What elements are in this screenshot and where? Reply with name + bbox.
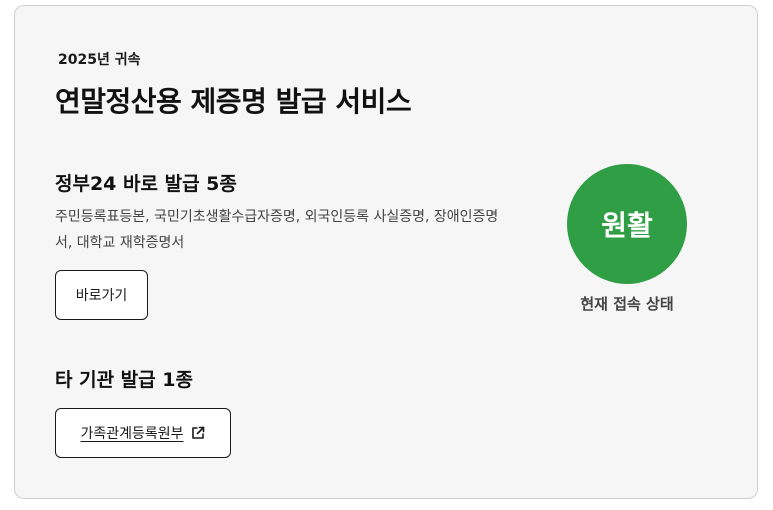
gov24-section-title: 정부24 바로 발급 5종	[55, 173, 237, 195]
go-now-button[interactable]: 바로가기	[55, 270, 148, 320]
page-title: 연말정산용 제증명 발급 서비스	[55, 85, 412, 118]
external-link-icon	[191, 426, 204, 439]
connection-status-indicator: 원활	[567, 164, 687, 284]
family-relation-register-label: 가족관계등록원부	[80, 426, 184, 442]
connection-status-label: 현재 접속 상태	[580, 295, 674, 313]
certificate-service-card: 2025년 귀속 연말정산용 제증명 발급 서비스 정부24 바로 발급 5종 …	[14, 5, 758, 499]
family-relation-register-button[interactable]: 가족관계등록원부	[55, 408, 231, 458]
year-tag: 2025년 귀속	[58, 52, 141, 68]
other-agency-section-title: 타 기관 발급 1종	[55, 369, 193, 391]
gov24-section-description: 주민등록표등본, 국민기초생활수급자증명, 외국인등록 사실증명, 장애인증명서…	[55, 209, 499, 251]
